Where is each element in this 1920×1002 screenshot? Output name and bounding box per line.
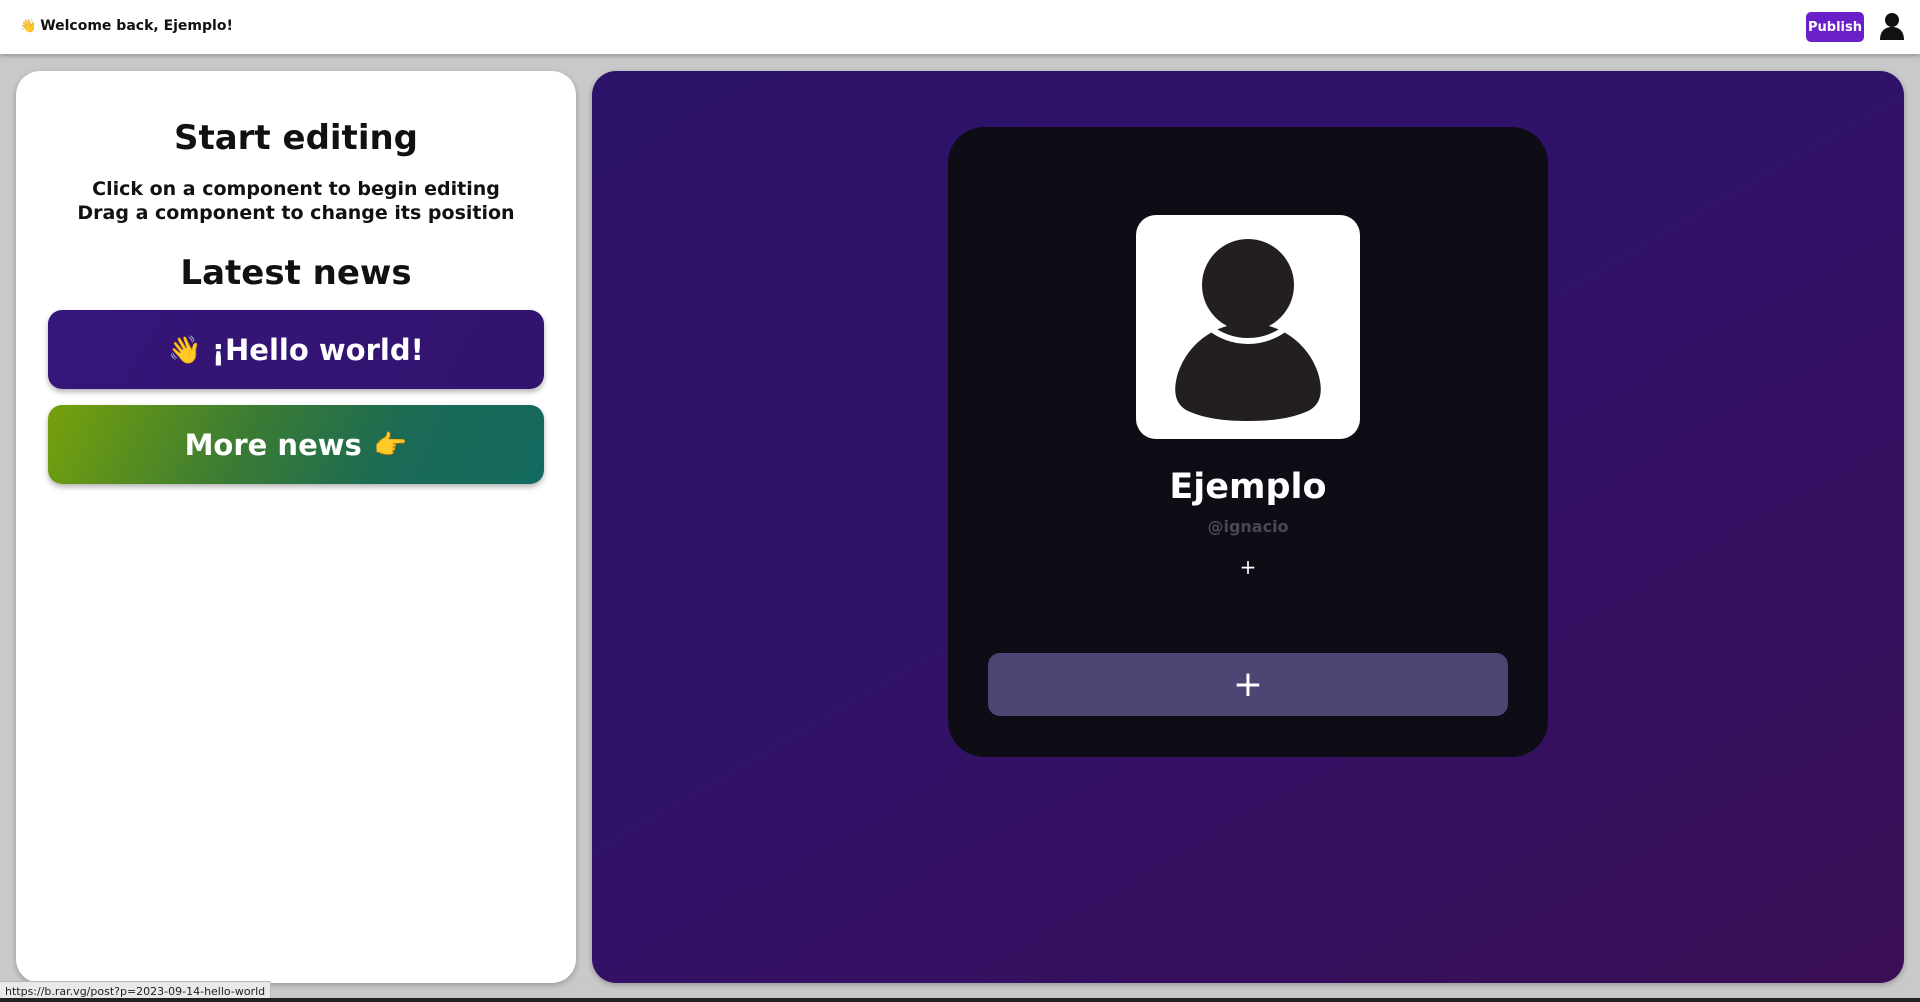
instruction-drag: Drag a component to change its position (77, 202, 515, 224)
instruction-click: Click on a component to begin editing (92, 178, 500, 200)
welcome-message: 👋 Welcome back, Ejemplo! (20, 18, 233, 34)
avatar[interactable] (1136, 215, 1360, 439)
news-item-hello-world[interactable]: 👋 ¡Hello world! (48, 310, 544, 389)
profile-card[interactable]: Ejemplo @ignacio + + (948, 127, 1548, 757)
news-item-label: More news (184, 427, 362, 462)
news-item-label: ¡Hello world! (211, 332, 424, 367)
news-item-more-news[interactable]: More news 👉 (48, 405, 544, 484)
welcome-text: Welcome back, Ejemplo! (40, 18, 233, 34)
editor-panel: Start editing Click on a component to be… (16, 71, 576, 983)
add-link-button[interactable]: + (988, 653, 1508, 716)
profile-handle: @ignacio (1207, 517, 1289, 536)
latest-news-title: Latest news (180, 253, 412, 293)
bottom-strip (0, 998, 1920, 1002)
pointing-right-icon: 👉 (373, 429, 408, 461)
editing-instructions: Click on a component to begin editing Dr… (16, 177, 576, 225)
top-bar: 👋 Welcome back, Ejemplo! Publish (0, 0, 1920, 54)
wave-icon: 👋 (168, 334, 202, 366)
user-account-icon[interactable] (1878, 12, 1906, 42)
add-social-button[interactable]: + (1236, 555, 1260, 579)
default-avatar-icon (1175, 239, 1321, 421)
wave-icon: 👋 (20, 18, 37, 34)
start-editing-title: Start editing (173, 118, 419, 158)
publish-button[interactable]: Publish (1806, 12, 1864, 42)
preview-panel: Ejemplo @ignacio + + (592, 71, 1904, 983)
profile-name: Ejemplo (1169, 467, 1327, 507)
